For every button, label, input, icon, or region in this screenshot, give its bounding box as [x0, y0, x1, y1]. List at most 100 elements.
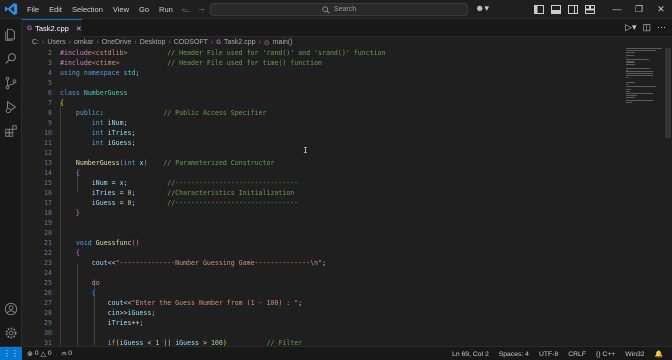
minimap-line [626, 85, 657, 87]
line-number: 29 [44, 319, 52, 327]
broadcast-icon: ⫙ [61, 349, 67, 357]
menu-item[interactable]: Selection [67, 0, 108, 19]
code-line[interactable]: 5 [22, 78, 622, 88]
code-line[interactable]: 21 void Guessfunc() [22, 238, 622, 248]
line-number: 12 [44, 149, 52, 157]
language-mode[interactable]: {} C++ [591, 351, 620, 358]
code-token: class [60, 89, 80, 97]
code-line[interactable]: 23 cout<<"--------------Number Guessing … [22, 258, 622, 268]
problems-status[interactable]: ⊗ 0 △ 0 [22, 350, 57, 358]
toggle-primary-sidebar-icon[interactable] [532, 3, 545, 16]
code-line[interactable]: 29 iTries++; [22, 318, 622, 328]
menu-item[interactable]: File [22, 0, 44, 19]
minimap-line [626, 51, 635, 53]
code-line[interactable]: 17 iGuess = 0; //-----------------------… [22, 198, 622, 208]
code-line[interactable]: 14 { [22, 168, 622, 178]
code-line[interactable]: 6 class NumberGuess [22, 88, 622, 98]
menu-item[interactable]: Go [134, 0, 154, 19]
code-line[interactable]: 18 } [22, 208, 622, 218]
code-editor[interactable]: 2 #include<cstdlib> // Header File used f… [22, 48, 622, 346]
code-line[interactable]: 8 public: // Public Access Specifier [22, 108, 622, 118]
code-token: // Header File used for 'rand()' and 'sr… [167, 49, 386, 57]
chevron-right-icon: › [42, 39, 45, 46]
command-center-search[interactable]: Search [210, 3, 468, 16]
code-line[interactable]: 9 int iNum; [22, 118, 622, 128]
code-line[interactable]: 26 { [22, 288, 622, 298]
code-line[interactable]: 27 cout<<"Enter the Guess Number from (1… [22, 298, 622, 308]
end-of-line[interactable]: CRLF [563, 351, 591, 358]
menu-item[interactable]: Run [154, 0, 178, 19]
settings-gear-icon[interactable] [3, 325, 19, 341]
code-line[interactable]: 11 int iGuess; [22, 138, 622, 148]
code-line[interactable]: 28 cin>>iGuess; [22, 308, 622, 318]
line-number: 17 [44, 199, 52, 207]
indentation[interactable]: Spaces: 4 [494, 351, 534, 358]
breadcrumb-item[interactable]: OneDrive [102, 39, 132, 46]
vertical-scrollbar[interactable] [664, 48, 672, 346]
copilot-icon[interactable]: ☻▾ [475, 3, 489, 14]
toggle-panel-icon[interactable] [549, 3, 562, 16]
code-line[interactable]: 22 { [22, 248, 622, 258]
breadcrumb-item[interactable]: Desktop [140, 39, 166, 46]
breadcrumb-item[interactable]: Task2.cpp [224, 39, 256, 46]
code-token: ; [322, 259, 327, 267]
code-line[interactable]: 15 iNum = x; //-------------------------… [22, 178, 622, 188]
line-number: 15 [44, 179, 52, 187]
platform-config[interactable]: Win32 [620, 351, 649, 358]
breadcrumb-item[interactable]: Users [47, 39, 65, 46]
notifications-bell-icon[interactable]: 🔔 [650, 350, 668, 358]
tab-task2-cpp[interactable]: G Task2.cpp ✕ [22, 19, 82, 37]
code-line[interactable]: 25 do [22, 278, 622, 288]
explorer-icon[interactable] [3, 27, 19, 43]
tab-close-icon[interactable]: ✕ [76, 25, 82, 33]
minimap[interactable] [624, 48, 664, 108]
breadcrumb-item[interactable]: CODSOFT [174, 39, 208, 46]
code-line[interactable]: 12 [22, 148, 622, 158]
code-line[interactable]: 19 [22, 218, 622, 228]
line-number: 31 [44, 339, 52, 346]
toggle-secondary-sidebar-icon[interactable] [566, 3, 579, 16]
cursor-position[interactable]: Ln 69, Col 2 [447, 351, 494, 358]
code-line[interactable]: 30 [22, 328, 622, 338]
source-control-icon[interactable] [3, 75, 19, 91]
code-line[interactable]: 3 #include<ctime> // Header File used for… [22, 58, 622, 68]
remote-indicator-icon[interactable]: ⋮⋮ [0, 346, 22, 360]
extensions-icon[interactable] [3, 123, 19, 139]
status-bar: ⋮⋮ ⊗ 0 △ 0 ⫙ 0 Ln 69, Col 2 Spaces: 4 UT… [0, 346, 672, 360]
breadcrumb-item[interactable]: main() [273, 39, 293, 46]
menu-item[interactable]: Edit [44, 0, 67, 19]
code-line[interactable]: 24 [22, 268, 622, 278]
code-line[interactable]: 31 if(iGuess < 1 || iGuess > 100) // Fil… [22, 338, 622, 346]
code-line[interactable]: 13 NumberGuess(int x) // Parameterized C… [22, 158, 622, 168]
forward-arrow-icon[interactable]: → [197, 3, 206, 13]
back-arrow-icon[interactable]: ← [180, 3, 189, 13]
breadcrumb-item[interactable]: omkar [74, 39, 93, 46]
line-number: 3 [48, 59, 52, 67]
split-editor-icon[interactable]: ◫ [642, 22, 651, 33]
breadcrumb-item[interactable]: C: [32, 39, 39, 46]
code-line[interactable]: 10 int iTries; [22, 128, 622, 138]
code-line[interactable]: 2 #include<cstdlib> // Header File used f… [22, 48, 622, 58]
close-icon[interactable]: ✕ [650, 0, 672, 19]
ports-status[interactable]: ⫙ 0 [57, 350, 78, 358]
more-actions-icon[interactable]: ⋯ [657, 22, 666, 33]
customize-layout-icon[interactable] [583, 3, 596, 16]
menu-item[interactable]: View [108, 0, 134, 19]
chevron-right-icon: › [68, 39, 71, 46]
code-line[interactable]: 4 using namespace std; [22, 68, 622, 78]
code-line[interactable]: 20 [22, 228, 622, 238]
code-text: #include<ctime> // Header File used for … [60, 58, 322, 68]
code-line[interactable]: 7{ [22, 98, 622, 108]
accounts-icon[interactable] [3, 301, 19, 317]
code-text: NumberGuess(int x) // Parameterized Cons… [60, 158, 275, 168]
run-debug-icon[interactable] [3, 99, 19, 115]
code-text: int iGuess; [60, 138, 136, 148]
minimize-icon[interactable]: — [606, 0, 628, 19]
search-sidebar-icon[interactable] [3, 51, 19, 67]
run-code-icon[interactable]: ▷▾ [625, 22, 636, 33]
code-line[interactable]: 16 iTries = 0; //Characteristics Initial… [22, 188, 622, 198]
encoding[interactable]: UTF-8 [534, 351, 563, 358]
scrollbar-thumb[interactable] [665, 48, 671, 138]
restore-icon[interactable]: ❐ [628, 0, 650, 19]
